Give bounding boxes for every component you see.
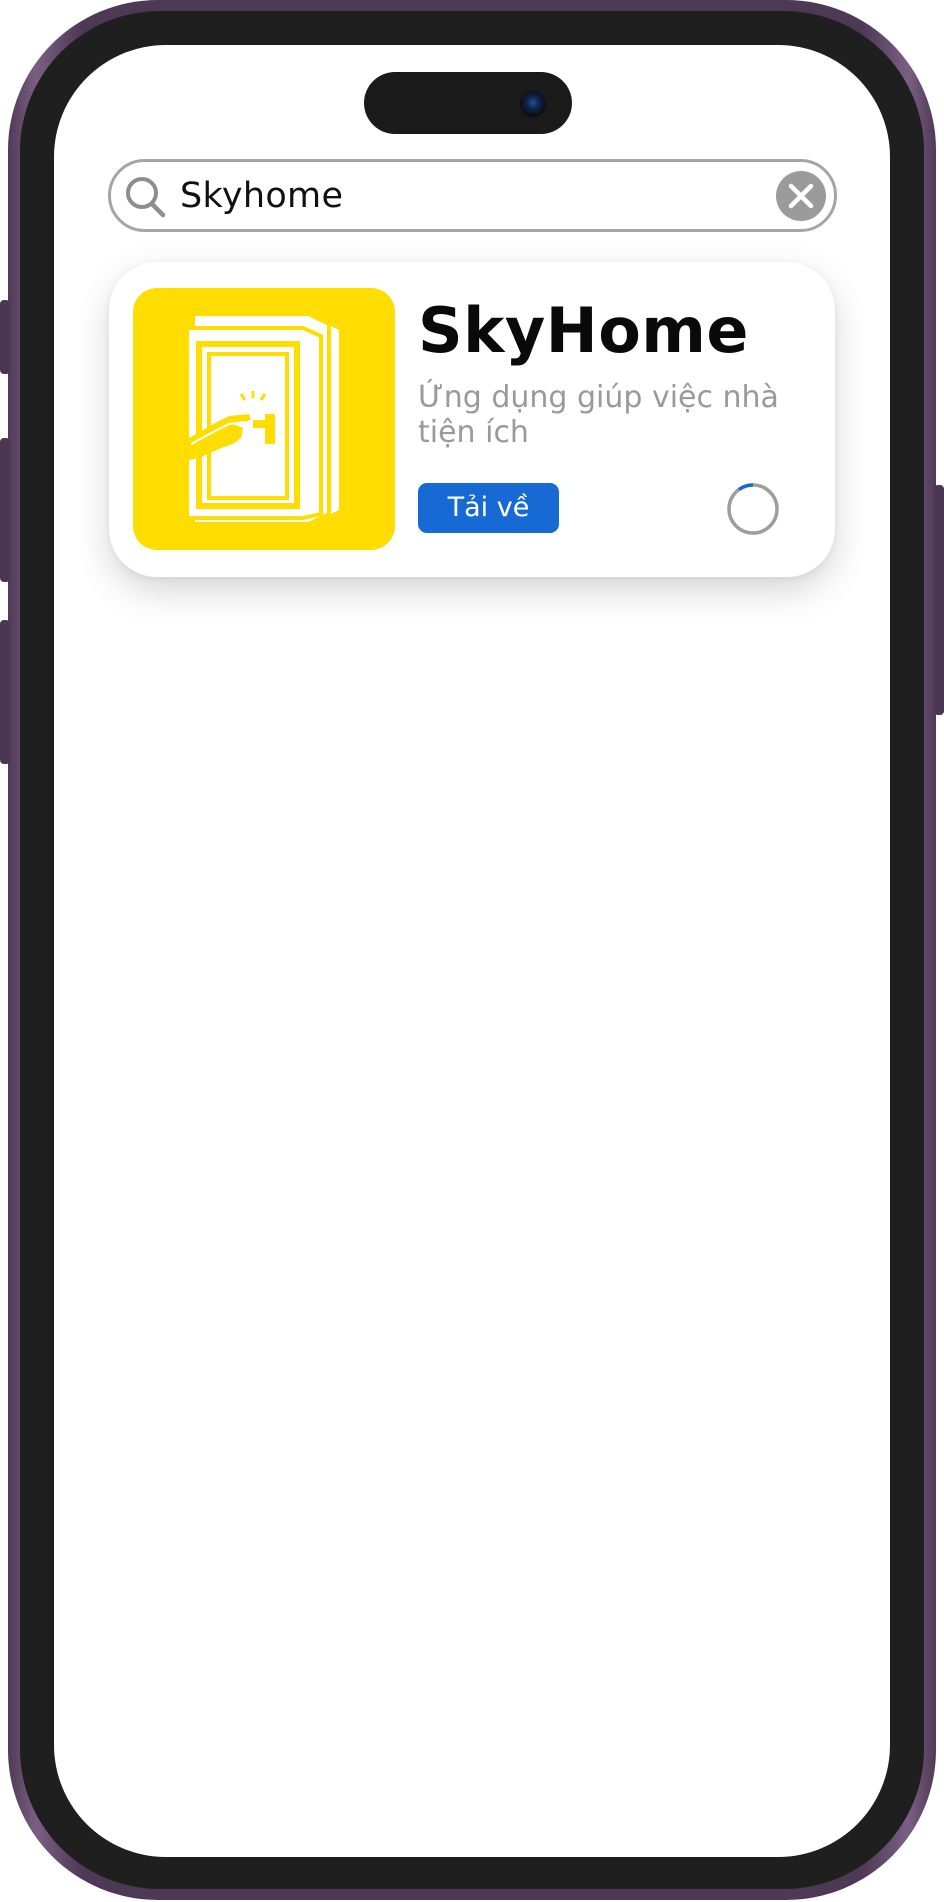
door-tap-icon bbox=[185, 312, 339, 526]
front-camera bbox=[520, 91, 546, 117]
action-button bbox=[0, 300, 10, 374]
download-button[interactable]: Tải về bbox=[418, 483, 559, 533]
spinner-icon bbox=[727, 483, 779, 535]
app-result-card[interactable]: SkyHome Ứng dụng giúp việc nhà tiện ích … bbox=[109, 262, 835, 577]
app-name: SkyHome bbox=[418, 294, 749, 367]
app-icon[interactable] bbox=[133, 288, 395, 550]
volume-up-button bbox=[0, 438, 10, 582]
search-bar[interactable]: Skyhome bbox=[108, 159, 837, 232]
close-icon bbox=[788, 183, 814, 209]
power-button bbox=[934, 485, 944, 715]
volume-down-button bbox=[0, 620, 10, 764]
clear-search-button[interactable] bbox=[776, 171, 826, 221]
search-icon bbox=[126, 177, 166, 218]
app-description: Ứng dụng giúp việc nhà tiện ích bbox=[418, 380, 779, 450]
search-input[interactable]: Skyhome bbox=[180, 176, 343, 216]
